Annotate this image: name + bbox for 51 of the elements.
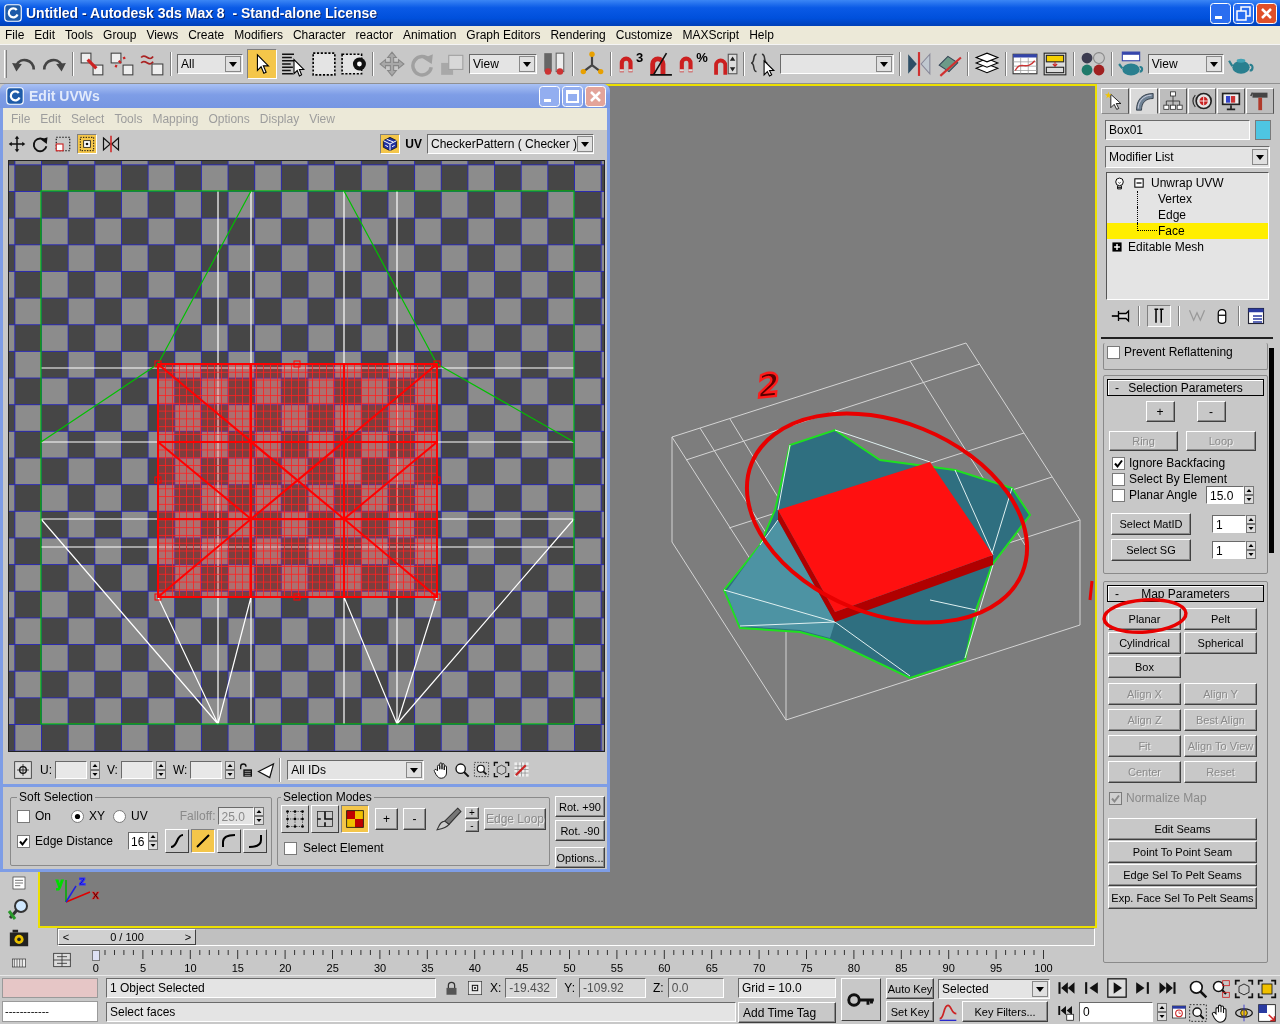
coordinate-label: Y: xyxy=(564,981,576,995)
frame-number: 40 xyxy=(468,962,481,974)
grid-size: Grid = 10.0 xyxy=(738,978,836,998)
coordinate-label: X: xyxy=(490,981,502,995)
frame-number: 95 xyxy=(990,962,1003,974)
script-output-field: ------------ xyxy=(2,1001,98,1022)
radio-label: XY xyxy=(89,809,106,823)
frame-number: 15 xyxy=(231,962,244,974)
checkbox-label: Edge Distance xyxy=(35,834,114,848)
frame-number: 5 xyxy=(140,962,147,974)
coordinate-label: Z: xyxy=(653,981,664,995)
group-title: Soft Selection xyxy=(18,790,95,804)
frame-number: 25 xyxy=(326,962,339,974)
checkbox-label: Ignore Backfacing xyxy=(1129,456,1226,470)
axis-label: x xyxy=(92,887,100,902)
frame-number: 65 xyxy=(705,962,718,974)
frame-number: 10 xyxy=(184,962,197,974)
frame-number: 85 xyxy=(895,962,908,974)
frame-number: 0 xyxy=(92,962,99,974)
frame-number: 20 xyxy=(279,962,292,974)
radio-label: UV xyxy=(131,809,148,823)
checkbox-label: Planar Angle xyxy=(1129,488,1198,502)
selection-status: 1 Object Selected xyxy=(106,978,436,998)
frame-number: 75 xyxy=(800,962,813,974)
checkbox-label: Normalize Map xyxy=(1126,791,1207,805)
frame-counter: 0 / 100 xyxy=(109,931,145,943)
coordinate-label: V: xyxy=(107,762,118,777)
frame-number: 100 xyxy=(1034,962,1053,974)
map-channel-label: UV xyxy=(405,137,422,151)
frame-number: 55 xyxy=(610,962,624,974)
frame-number: 80 xyxy=(847,962,861,974)
group-title: Selection Modes xyxy=(282,790,373,804)
coordinate-label: W: xyxy=(172,762,188,777)
frame-number: 45 xyxy=(516,962,529,974)
axis-label: z xyxy=(79,873,86,888)
checkbox-label: Select By Element xyxy=(1129,472,1228,486)
field-label: Falloff: xyxy=(179,809,216,823)
checkbox-label: Select Element xyxy=(303,841,384,855)
frame-number: 90 xyxy=(942,962,955,974)
window-title: Untitled - Autodesk 3ds Max 8 - Stand-alone License xyxy=(26,5,379,21)
coordinate-label: U: xyxy=(40,762,52,777)
frame-number: 30 xyxy=(373,962,387,974)
checkbox-label: Prevent Reflattening xyxy=(1124,345,1233,359)
frame-number: 70 xyxy=(753,962,766,974)
frame-number: 35 xyxy=(421,962,434,974)
frame-number: 50 xyxy=(563,962,576,974)
checkbox-label: On xyxy=(35,809,51,823)
axis-label: y xyxy=(56,875,64,890)
window-title: Edit UVWs xyxy=(29,88,101,104)
annotation-text: 2 xyxy=(755,365,782,406)
frame-number: 60 xyxy=(658,962,671,974)
